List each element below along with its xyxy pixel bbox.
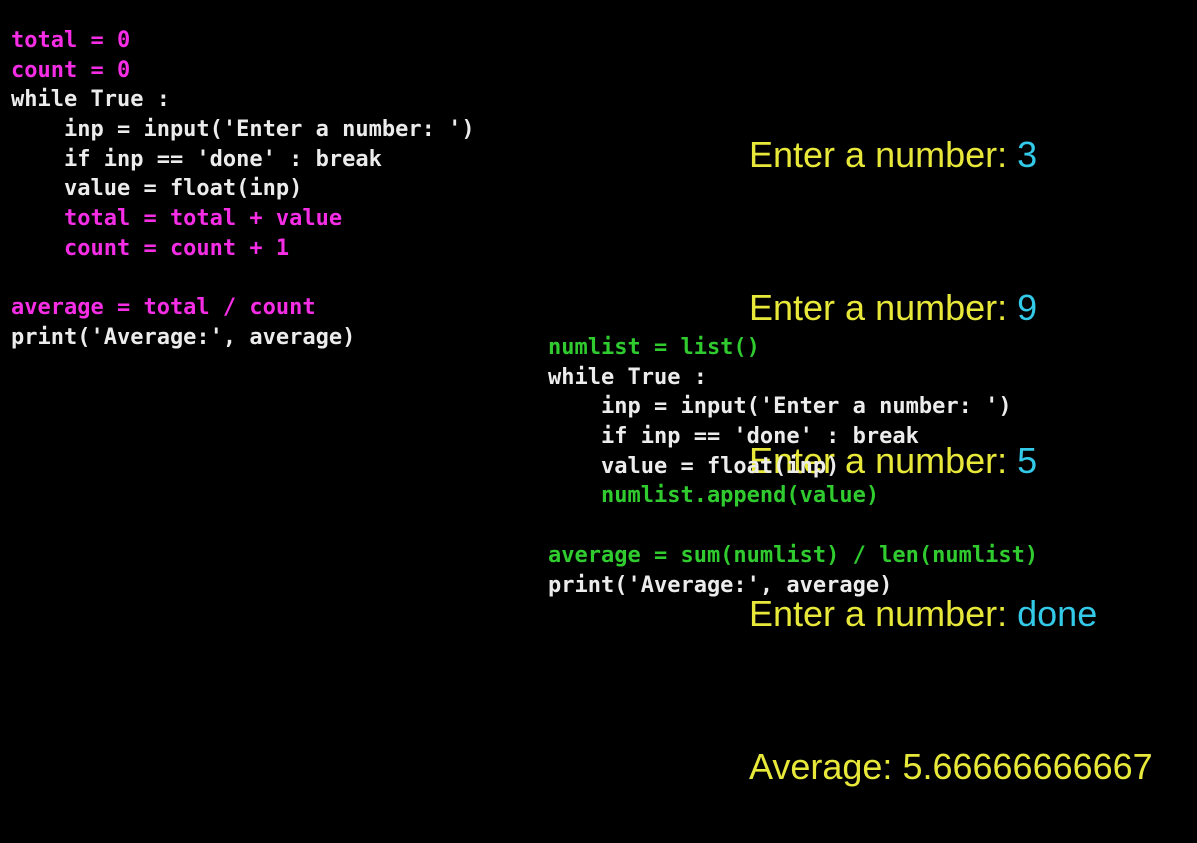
code-line: while True :: [11, 87, 170, 113]
console-line: Enter a number: 3: [749, 129, 1153, 180]
code-line: value = float(inp): [548, 453, 840, 479]
code-line: print('Average:', average): [548, 572, 893, 598]
code-line: numlist = list(): [548, 335, 760, 360]
console-line: Enter a number: 9: [749, 282, 1153, 333]
code-line: total = 0: [11, 28, 131, 53]
code-line: inp = input('Enter a number: '): [548, 394, 1012, 420]
code-line: while True :: [548, 364, 707, 390]
code-line: print('Average:', average): [11, 324, 356, 350]
code-block-counter-version: total = 0 count = 0 while True : inp = inp…: [11, 26, 475, 353]
console-user-input: 3: [1017, 134, 1038, 175]
code-line: total = total + value: [11, 206, 343, 232]
code-line: numlist.append(value): [548, 483, 880, 509]
console-average-result: Average: 5.66666666667: [749, 746, 1153, 787]
code-line: inp = input('Enter a number: '): [11, 117, 475, 143]
console-line: Average: 5.66666666667: [749, 741, 1153, 792]
code-line: average = sum(numlist) / len(numlist): [548, 542, 1039, 568]
console-user-input: 9: [1017, 287, 1038, 328]
code-line: if inp == 'done' : break: [548, 424, 919, 450]
code-line: if inp == 'done' : break: [11, 146, 382, 172]
code-line: value = float(inp): [11, 176, 303, 202]
console-prompt: Enter a number:: [749, 134, 1018, 175]
code-line: count = count + 1: [11, 235, 290, 261]
code-line: average = total / count: [11, 295, 316, 321]
code-block-list-version: numlist = list() while True : inp = input…: [548, 333, 1038, 600]
code-line: count = 0: [11, 57, 131, 83]
console-prompt: Enter a number:: [749, 287, 1018, 328]
